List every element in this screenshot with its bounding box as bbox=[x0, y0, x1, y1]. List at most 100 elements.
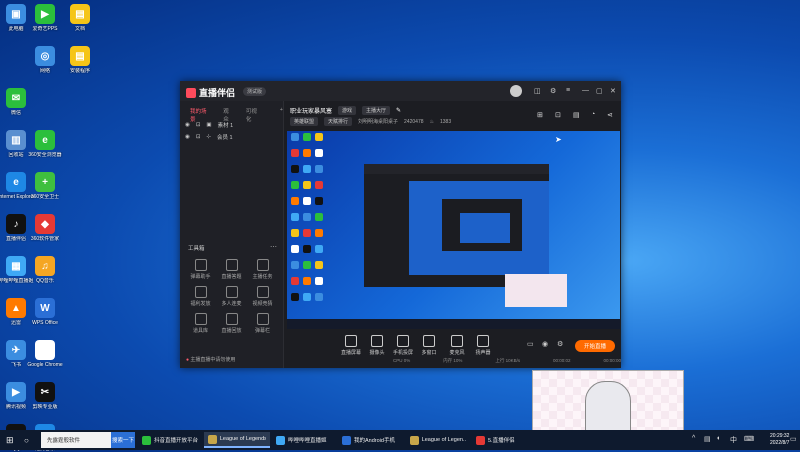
tool-icon bbox=[194, 313, 207, 325]
visibility-icon[interactable]: ◉ bbox=[185, 122, 190, 128]
viewer-count: 1383 bbox=[440, 118, 452, 125]
ime-icon[interactable]: 中 bbox=[730, 435, 737, 445]
desktop-icon-label: 360安全浏览器 bbox=[28, 152, 62, 158]
close-icon[interactable]: ✕ bbox=[610, 87, 616, 95]
tool-icon bbox=[194, 286, 207, 298]
tool-item[interactable]: 道具库 bbox=[185, 313, 216, 334]
share-icon[interactable]: ⋖ bbox=[607, 111, 613, 119]
preview-desktop-icon bbox=[291, 149, 299, 157]
bell-icon[interactable]: ◔ bbox=[591, 111, 595, 118]
tool-item[interactable]: 主播任务 bbox=[247, 259, 278, 280]
clock[interactable]: 20:29:32 2022/8/7 bbox=[770, 433, 789, 447]
live-preview[interactable] bbox=[287, 131, 620, 329]
app-icon: ◉ bbox=[35, 340, 55, 360]
tool-item[interactable]: 福利发放 bbox=[185, 286, 216, 307]
source-button[interactable]: 摄像头 bbox=[365, 335, 389, 356]
desktop-icon[interactable]: ▤ 文档 bbox=[62, 4, 98, 32]
desktop-icon[interactable]: ✉ 微信 bbox=[0, 88, 34, 116]
scene-item[interactable]: ◉ ⊡ ▣ 素材 1 bbox=[185, 121, 233, 129]
category-tag[interactable]: 游戏 bbox=[338, 106, 357, 115]
source-button[interactable]: 麦克风 bbox=[445, 335, 469, 356]
taskbar-app[interactable]: 5.直播伴侣 bbox=[472, 432, 534, 448]
tool-icon bbox=[194, 259, 207, 271]
app-logo: 直播伴侣 bbox=[186, 86, 235, 99]
record-icon[interactable]: ▤ bbox=[573, 111, 580, 119]
skin-icon[interactable]: ◫ bbox=[534, 87, 541, 95]
net-stat: 上行 10KB/s bbox=[495, 358, 521, 363]
tool-item[interactable]: 多人连麦 bbox=[216, 286, 247, 307]
scene-label: 会员 1 bbox=[217, 135, 233, 141]
go-live-button[interactable]: 开始直播 bbox=[575, 340, 615, 352]
desktop-icon-label: 360安全卫士 bbox=[30, 194, 60, 200]
taskbar-app-icon bbox=[476, 435, 485, 445]
preview-desktop-icon bbox=[315, 229, 323, 237]
nested-preview-window-2 bbox=[442, 199, 522, 251]
lock-icon[interactable]: ⊡ bbox=[196, 122, 201, 128]
tool-item[interactable]: 直播回放 bbox=[216, 313, 247, 334]
notification-icon[interactable]: ▭ bbox=[790, 435, 797, 443]
toolbox-grid: 弹幕助手 直播答题 主播任务福利发放 多人连麦 视频竞猜道具库 直播回放 弹幕栏 bbox=[185, 259, 280, 334]
desktop-icon[interactable]: ◉ Google Chrome bbox=[27, 340, 63, 368]
source-button[interactable]: 直播屏幕 bbox=[339, 335, 363, 356]
taskbar-app-label: 抖音直播开放平台 bbox=[154, 438, 198, 444]
desktop-icon[interactable]: ◎ 网络 bbox=[27, 46, 63, 74]
scene-item[interactable]: ◉ ⊡ ⊹ 会员 1 bbox=[185, 133, 233, 141]
taskbar-app[interactable]: 我的Android手机 bbox=[338, 432, 404, 448]
desktop-icon[interactable]: ▶ 爱奇艺PPS bbox=[27, 4, 63, 32]
tool-item[interactable]: 弹幕助手 bbox=[185, 259, 216, 280]
more-icon[interactable]: ⋯ bbox=[270, 243, 277, 251]
tab-visual[interactable]: 可视化 bbox=[246, 107, 262, 123]
cortana-icon[interactable]: ○ bbox=[20, 432, 33, 448]
desktop-icon[interactable]: ♫ QQ音乐 bbox=[27, 256, 63, 284]
desktop-icon[interactable]: W WPS Office bbox=[27, 298, 63, 326]
taskbar-app[interactable]: League of Legends bbox=[204, 432, 270, 448]
settings-icon[interactable]: ⚙ bbox=[550, 87, 556, 95]
edit-icon[interactable]: ✎ bbox=[396, 107, 401, 114]
visibility-icon[interactable]: ◉ bbox=[185, 134, 190, 140]
tray-expand-icon[interactable]: ^ bbox=[692, 435, 695, 442]
settings-icon[interactable]: ⚙ bbox=[557, 340, 563, 348]
beta-badge[interactable]: 测试版 bbox=[243, 87, 267, 96]
source-button[interactable]: 多窗口 bbox=[417, 335, 441, 356]
tool-item[interactable]: 视频竞猜 bbox=[247, 286, 278, 307]
network-icon[interactable]: ▤ bbox=[704, 435, 711, 443]
time: 20:29:32 bbox=[770, 433, 790, 439]
source-icon bbox=[477, 335, 489, 347]
menu-icon[interactable]: ≡ bbox=[566, 87, 570, 94]
ime-mode-icon[interactable]: ⌨ bbox=[744, 435, 754, 443]
game-tag[interactable]: 英雄联盟 bbox=[290, 117, 319, 126]
maximize-icon[interactable]: ▢ bbox=[596, 87, 603, 95]
lock-icon[interactable]: ⊡ bbox=[196, 134, 201, 140]
gift-icon[interactable]: ⊞ bbox=[537, 111, 543, 119]
date: 2022/8/7 bbox=[770, 440, 790, 446]
source-button[interactable]: 手机投屏 bbox=[391, 335, 415, 356]
desktop-icon-label: 360软件管家 bbox=[30, 236, 60, 242]
minimize-icon[interactable]: — bbox=[582, 87, 589, 94]
tool-item[interactable]: 弹幕栏 bbox=[247, 313, 278, 334]
taskbar-app[interactable]: League of Legen... bbox=[406, 432, 470, 448]
preview-desktop-icon bbox=[303, 245, 311, 253]
search-button[interactable]: 搜索一下 bbox=[111, 432, 135, 448]
eye-icon[interactable]: ◉ bbox=[542, 340, 548, 348]
desktop-icon[interactable]: ▤ 安装程序 bbox=[62, 46, 98, 74]
desktop-icon[interactable]: +360安全卫士 bbox=[27, 172, 63, 200]
tool-item[interactable]: 直播答题 bbox=[216, 259, 247, 280]
desktop-icon[interactable]: e 360安全浏览器 bbox=[27, 130, 63, 158]
taskbar-app[interactable]: 抖音直播开放平台 bbox=[138, 432, 202, 448]
volume-icon[interactable]: ◖ bbox=[716, 435, 720, 442]
rank-tag[interactable]: 天赋排行 bbox=[324, 117, 353, 126]
source-button[interactable]: 扬声器 bbox=[471, 335, 495, 356]
preview-taskbar bbox=[287, 319, 620, 329]
preview-desktop-icon bbox=[315, 245, 323, 253]
hall-button[interactable]: 主播大厅 bbox=[362, 106, 391, 115]
search-input[interactable]: 先露霆般软件 bbox=[41, 432, 111, 448]
app-icon: ✉ bbox=[6, 88, 26, 108]
avatar[interactable] bbox=[510, 85, 522, 97]
camera-icon[interactable]: ▭ bbox=[527, 340, 534, 348]
source-label: 麦克风 bbox=[449, 350, 465, 356]
desktop-icon[interactable]: ◆ 360软件管家 bbox=[27, 214, 63, 242]
desktop-icon[interactable]: ✂ 剪映专业版 bbox=[27, 382, 63, 410]
taskbar-app[interactable]: 哔哩哔哩直播姬 bbox=[272, 432, 336, 448]
windows-start-icon[interactable]: ⊞ bbox=[2, 432, 18, 448]
lock-room-icon[interactable]: ⊡ bbox=[555, 111, 561, 119]
